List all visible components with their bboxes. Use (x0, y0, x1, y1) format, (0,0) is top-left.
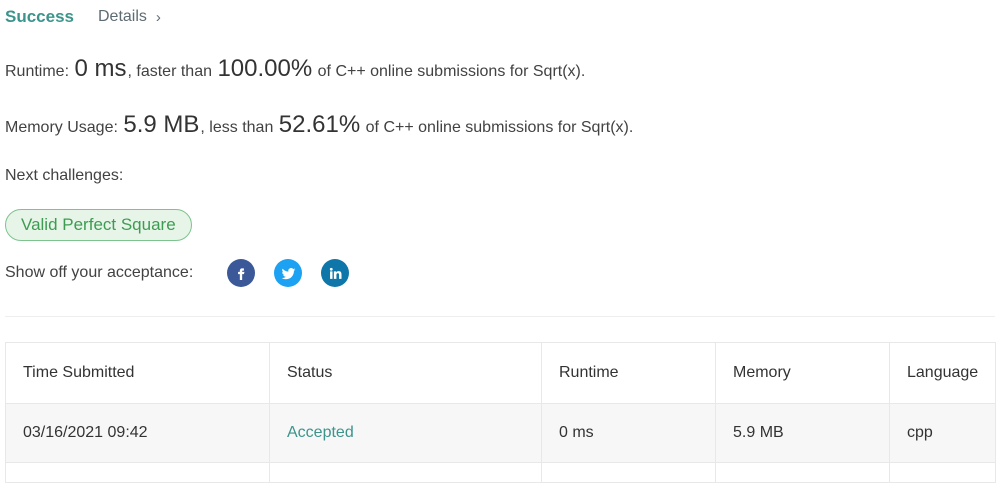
memory-suffix: of C++ online submissions for Sqrt(x). (365, 119, 634, 136)
linkedin-icon[interactable] (321, 259, 350, 287)
status-accepted-link[interactable]: Accepted (287, 424, 354, 441)
column-header-time-submitted: Time Submitted (5, 342, 270, 404)
table-header-row: Time Submitted Status Runtime Memory Lan… (5, 342, 996, 404)
result-header: Success Details › (5, 5, 161, 29)
chevron-right-icon: › (155, 8, 161, 26)
submissions-table: Time Submitted Status Runtime Memory Lan… (5, 342, 996, 483)
runtime-suffix: of C++ online submissions for Sqrt(x). (317, 63, 586, 80)
cell-memory: 5.9 MB (715, 403, 890, 463)
cell-status[interactable]: Accepted (269, 403, 542, 463)
runtime-label: Runtime: (5, 63, 70, 80)
memory-stat: Memory Usage: 5.9 MB, less than 52.61% o… (5, 111, 633, 139)
result-status: Success (5, 7, 74, 26)
memory-label: Memory Usage: (5, 119, 118, 136)
twitter-icon[interactable] (274, 259, 303, 287)
table-row-partial (5, 462, 996, 483)
runtime-percent: 100.00% (217, 55, 313, 82)
cell-runtime: 0 ms (541, 403, 716, 463)
details-link[interactable]: Details › (98, 8, 161, 26)
cell-language: cpp (889, 403, 996, 463)
table-row: 03/16/2021 09:42 Accepted 0 ms 5.9 MB cp… (5, 403, 996, 463)
cell-time-submitted: 03/16/2021 09:42 (5, 403, 270, 463)
column-header-status: Status (269, 342, 542, 404)
memory-percent: 52.61% (278, 111, 361, 138)
runtime-value: 0 ms (74, 55, 127, 82)
details-label[interactable]: Details (98, 8, 147, 26)
next-challenges-label: Next challenges: (5, 167, 124, 184)
section-divider (5, 316, 995, 317)
memory-value: 5.9 MB (123, 111, 200, 138)
column-header-language: Language (889, 342, 996, 404)
share-row: Show off your acceptance: (5, 259, 350, 287)
challenge-valid-perfect-square[interactable]: Valid Perfect Square (5, 209, 192, 241)
runtime-comparison: , faster than (127, 63, 213, 80)
facebook-icon[interactable] (227, 259, 256, 287)
share-label: Show off your acceptance: (5, 264, 194, 281)
runtime-stat: Runtime: 0 ms, faster than 100.00% of C+… (5, 55, 585, 83)
column-header-memory: Memory (715, 342, 890, 404)
memory-comparison: , less than (200, 119, 274, 136)
column-header-runtime: Runtime (541, 342, 716, 404)
